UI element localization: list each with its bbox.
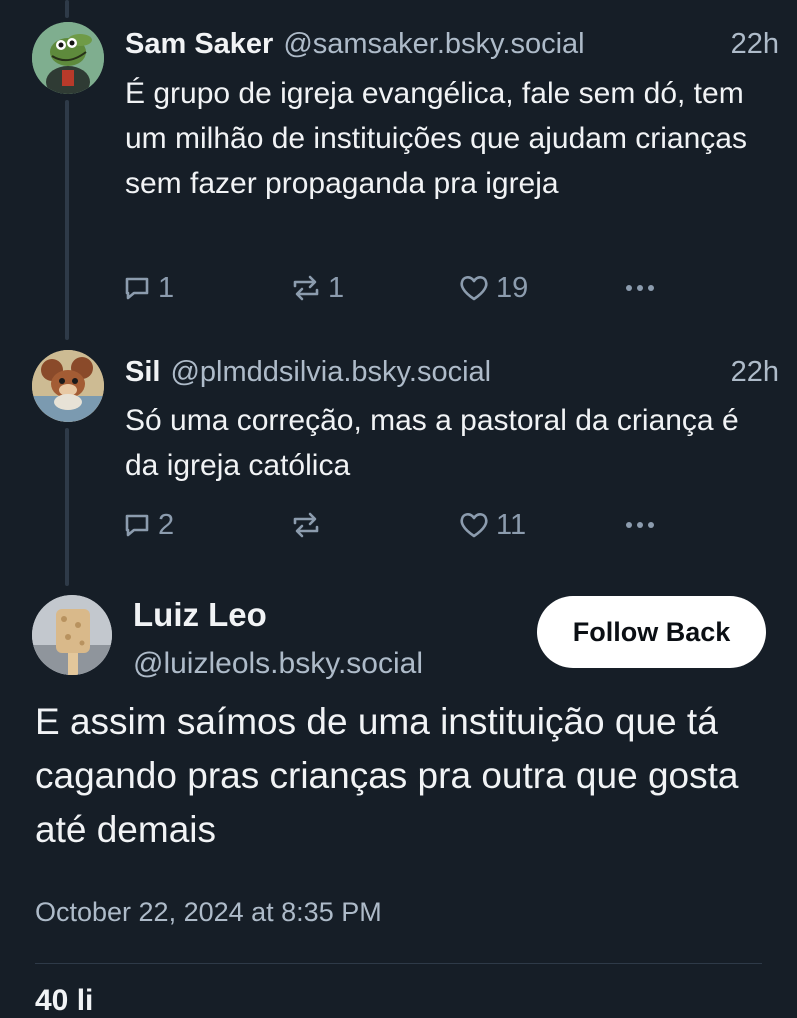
- reply-button[interactable]: 1: [122, 268, 174, 308]
- like-count: 11: [496, 508, 527, 541]
- dot: [626, 522, 632, 528]
- post-text: É grupo de igreja evangélica, fale sem d…: [125, 77, 747, 200]
- repost-icon: [293, 512, 319, 538]
- repost-button[interactable]: [290, 505, 328, 545]
- bread-snack-avatar-icon: [32, 595, 112, 675]
- author-name[interactable]: Sam Saker: [125, 28, 273, 61]
- reply-count: 2: [158, 508, 175, 541]
- post-actions: 2 11: [122, 505, 682, 545]
- repost-count: 1: [328, 271, 345, 304]
- heart-icon: [460, 276, 488, 301]
- author-name[interactable]: Sil: [125, 356, 160, 389]
- follow-back-button[interactable]: Follow Back: [537, 596, 766, 668]
- post-time: 22h: [730, 356, 779, 388]
- like-count: 19: [496, 271, 529, 304]
- cartoon-mouse-avatar-icon: [32, 350, 104, 422]
- repost-icon: [293, 275, 319, 301]
- avatar[interactable]: [32, 350, 104, 422]
- author-handle[interactable]: @plmddsilvia.bsky.social: [170, 356, 491, 389]
- post-date: October 22, 2024 at 8:35 PM: [35, 897, 382, 927]
- dot: [637, 522, 643, 528]
- post-text: E assim saímos de uma instituição que tá…: [35, 701, 739, 850]
- avatar[interactable]: [32, 22, 104, 94]
- dot: [648, 522, 654, 528]
- author-handle[interactable]: @luizleols.bsky.social: [133, 647, 423, 681]
- post-header: Sam Saker @samsaker.bsky.social 22h: [125, 28, 779, 64]
- reply-button[interactable]: 2: [122, 505, 174, 545]
- dot: [626, 285, 632, 291]
- reply-icon: [125, 277, 149, 300]
- dot: [648, 285, 654, 291]
- reply-count: 1: [158, 271, 175, 304]
- dot: [637, 285, 643, 291]
- thread-line-2: [65, 428, 69, 586]
- thread-line-1: [65, 100, 69, 340]
- post-text: Só uma correção, mas a pastoral da crian…: [125, 404, 739, 482]
- repost-button[interactable]: 1: [290, 268, 344, 308]
- reply-icon: [125, 514, 149, 537]
- more-options-button[interactable]: [626, 268, 654, 308]
- likes-count-partial[interactable]: 40 li: [35, 984, 93, 1018]
- post-time: 22h: [730, 28, 779, 60]
- alligator-avatar-icon: [32, 22, 104, 94]
- more-options-button[interactable]: [626, 505, 654, 545]
- thread-line-top: [65, 0, 69, 18]
- avatar[interactable]: [32, 595, 112, 675]
- post-header: Sil @plmddsilvia.bsky.social 22h: [125, 356, 779, 392]
- divider: [35, 963, 762, 964]
- post-actions: 1 1 19: [122, 268, 682, 308]
- like-button[interactable]: 19: [458, 268, 528, 308]
- author-name[interactable]: Luiz Leo: [133, 596, 267, 634]
- like-button[interactable]: 11: [458, 505, 526, 545]
- author-handle[interactable]: @samsaker.bsky.social: [283, 28, 584, 61]
- heart-icon: [460, 513, 488, 538]
